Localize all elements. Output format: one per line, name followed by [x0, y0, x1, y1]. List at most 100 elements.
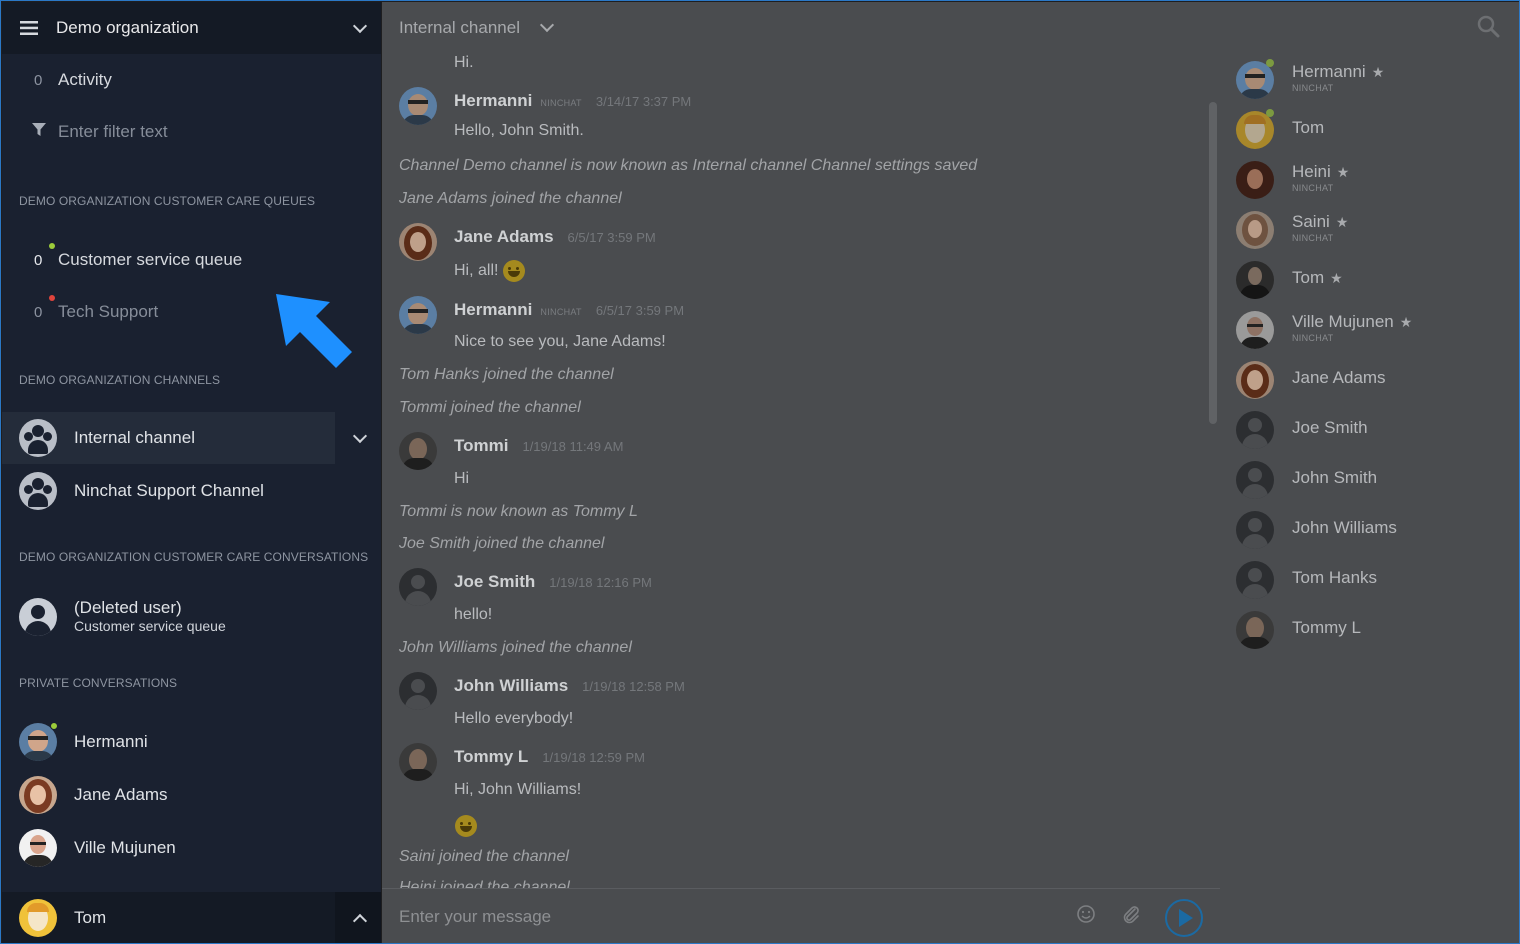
member-item-tommy-l[interactable]: Tommy L: [1236, 611, 1516, 651]
member-name: Jane Adams: [1292, 368, 1386, 387]
send-button[interactable]: [1165, 899, 1203, 937]
member-name: John Williams: [1292, 518, 1397, 537]
message-time: 6/5/17 3:59 PM: [595, 303, 685, 318]
member-item-jane-adams[interactable]: Jane Adams: [1236, 361, 1516, 401]
user-avatar: [19, 899, 57, 937]
avatar: [19, 722, 58, 761]
activity-count: 0: [34, 71, 43, 89]
queue-item-customer-service[interactable]: 0 Customer service queue: [2, 234, 381, 286]
channel-label: Internal channel: [74, 428, 195, 447]
conversations-heading: DEMO ORGANIZATION CUSTOMER CARE CONVERSA…: [19, 550, 369, 564]
member-item-tom-hanks[interactable]: Tom Hanks: [1236, 561, 1516, 601]
queue-status-dot: [49, 294, 55, 301]
user-avatar-icon: [399, 672, 437, 710]
star-icon: ★: [1399, 314, 1413, 330]
member-item-tom[interactable]: Tom: [1236, 109, 1516, 151]
member-item-saini[interactable]: Saini ★ NINCHAT: [1236, 211, 1516, 251]
current-user-bar[interactable]: Tom: [2, 892, 381, 943]
channel-title: Internal channel: [399, 18, 520, 37]
message-text: Nice to see you, Jane Adams!: [454, 333, 666, 350]
filter-row[interactable]: Enter filter text: [2, 106, 381, 158]
member-item-john-williams[interactable]: John Williams: [1236, 511, 1516, 551]
system-message: Tom Hanks joined the channel: [399, 366, 614, 383]
conversation-user: (Deleted user): [74, 598, 182, 617]
filter-input[interactable]: Enter filter text: [58, 122, 168, 142]
system-message: Heini joined the channel: [399, 879, 570, 888]
chevron-up-icon: [352, 913, 368, 929]
member-item-john-smith[interactable]: John Smith: [1236, 461, 1516, 501]
member-item-hermanni[interactable]: Hermanni ★ NINCHAT: [1236, 59, 1516, 101]
member-item-joe-smith[interactable]: Joe Smith: [1236, 411, 1516, 451]
user-avatar-icon: [1236, 411, 1274, 449]
member-name: Ville Mujunen: [1292, 312, 1394, 331]
message-list[interactable]: Hi. Hermanni NINCHAT 3/14/17 3:37 PM Hello…: [382, 50, 1212, 888]
pointer-arrow-icon: [276, 294, 352, 368]
message-author: John Williams: [454, 676, 569, 695]
chevron-down-icon[interactable]: [539, 17, 555, 33]
message-author: Hermanni: [454, 300, 533, 319]
system-message: Saini joined the channel: [399, 848, 569, 865]
message-input[interactable]: Enter your message: [399, 907, 551, 927]
user-avatar: [399, 296, 437, 334]
message-text: Hello everybody!: [454, 710, 574, 727]
member-item-ville-mujunen[interactable]: Ville Mujunen ★ NINCHAT: [1236, 311, 1516, 351]
system-message: Tommi joined the channel: [399, 399, 581, 416]
scrollbar[interactable]: [1209, 102, 1217, 424]
message-text: Hello, John Smith.: [454, 122, 584, 139]
chevron-down-icon[interactable]: [352, 18, 368, 34]
member-name: Saini: [1292, 212, 1330, 231]
message-time: 3/14/17 3:37 PM: [595, 94, 692, 109]
private-label: Ville Mujunen: [74, 838, 176, 857]
emoji-icon[interactable]: [1075, 903, 1097, 925]
chevron-down-icon: [352, 428, 368, 444]
member-item-tom-2[interactable]: Tom ★: [1236, 261, 1516, 301]
search-icon[interactable]: [1476, 14, 1500, 38]
private-item-ville-mujunen[interactable]: Ville Mujunen: [2, 822, 381, 874]
paperclip-icon[interactable]: [1120, 903, 1142, 925]
org-selector[interactable]: Demo organization: [2, 2, 381, 54]
user-menu-button[interactable]: [335, 892, 381, 943]
member-name: Tommy L: [1292, 618, 1361, 637]
member-name: Heini: [1292, 162, 1331, 181]
sidebar: Demo organization 0 Activity Enter filte…: [2, 2, 381, 943]
member-name: John Smith: [1292, 468, 1378, 487]
grin-emoji-icon: [455, 815, 477, 837]
queues-heading: DEMO ORGANIZATION CUSTOMER CARE QUEUES: [19, 194, 316, 208]
star-icon: ★: [1371, 64, 1385, 80]
system-message: Joe Smith joined the channel: [399, 535, 605, 552]
member-tag: NINCHAT: [1292, 333, 1334, 343]
private-label: Hermanni: [74, 732, 148, 751]
channel-options-button[interactable]: [335, 412, 381, 464]
channel-item-ninchat-support[interactable]: Ninchat Support Channel: [2, 465, 381, 517]
message-author: Jane Adams: [454, 227, 554, 246]
user-avatar-icon: [1236, 511, 1274, 549]
member-name: Tom: [1292, 268, 1325, 287]
user-avatar: [399, 743, 437, 781]
queue-count: 0: [34, 303, 43, 321]
author-tag: NINCHAT: [540, 307, 582, 317]
user-avatar: [399, 87, 437, 125]
member-avatar: [1236, 361, 1274, 399]
private-item-jane-adams[interactable]: Jane Adams: [2, 769, 381, 821]
system-message: John Williams joined the channel: [399, 639, 632, 656]
system-message: Channel Demo channel is now known as Int…: [399, 157, 978, 174]
private-label: Jane Adams: [74, 785, 168, 804]
conversation-item[interactable]: (Deleted user) Customer service queue: [2, 591, 381, 643]
message-text: hello!: [454, 606, 493, 623]
member-name: Tom: [1292, 118, 1325, 137]
message-text: Hi, John Williams!: [454, 781, 582, 798]
channel-header[interactable]: Internal channel: [382, 2, 1220, 54]
message-composer[interactable]: Enter your message: [382, 888, 1220, 943]
menu-icon[interactable]: [20, 21, 38, 35]
user-avatar-icon: [19, 598, 57, 636]
filter-icon: [20, 122, 58, 142]
private-heading: PRIVATE CONVERSATIONS: [19, 676, 178, 690]
channel-item-internal[interactable]: Internal channel: [2, 412, 381, 464]
current-user-name: Tom: [74, 908, 107, 927]
user-avatar-icon: [1236, 461, 1274, 499]
activity-row[interactable]: 0 Activity: [2, 54, 381, 106]
channels-heading: DEMO ORGANIZATION CHANNELS: [19, 373, 221, 387]
member-item-heini[interactable]: Heini ★ NINCHAT: [1236, 161, 1516, 201]
online-status-dot: [1266, 59, 1274, 67]
private-item-hermanni[interactable]: Hermanni: [2, 716, 381, 768]
